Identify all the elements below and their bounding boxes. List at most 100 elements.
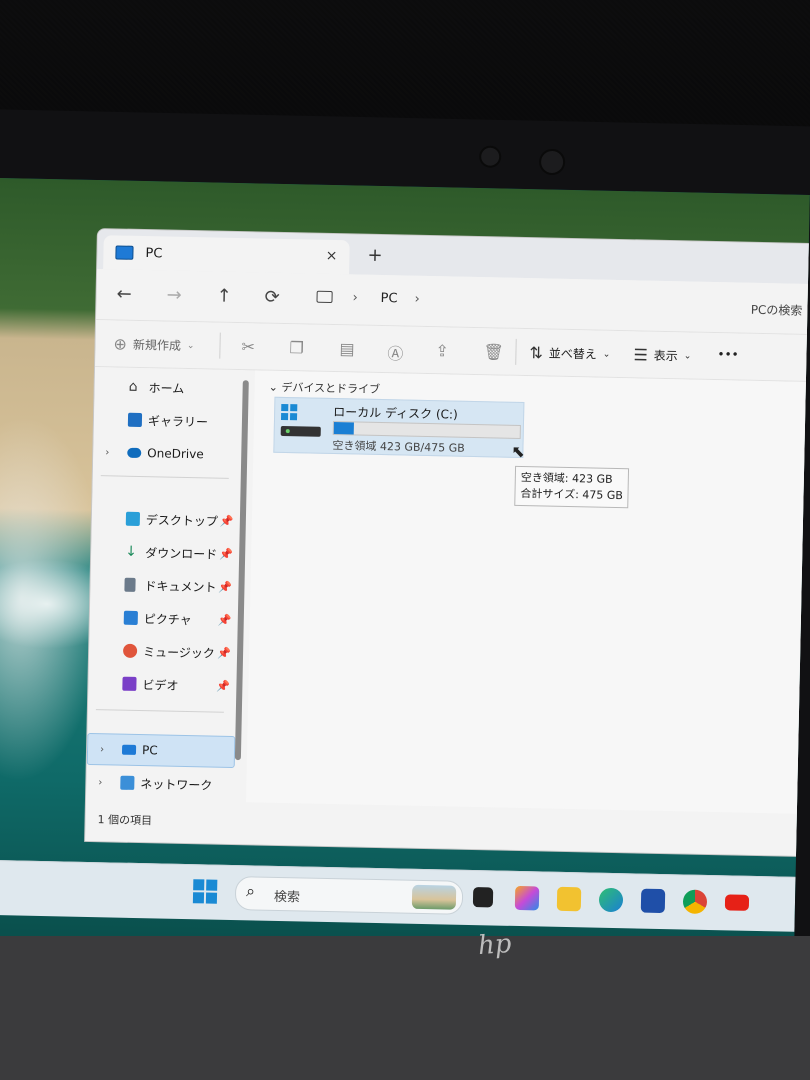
clipboard-icon: ▤ (339, 339, 355, 359)
pin-icon[interactable]: 📌 (217, 646, 231, 659)
paste-button[interactable]: ▤ (339, 339, 355, 358)
tab-title: PC (145, 245, 163, 261)
breadcrumb-pc[interactable]: PC (380, 291, 397, 306)
sidebar-item-label: ミュージック (142, 644, 216, 661)
chrome-icon[interactable] (682, 889, 708, 914)
chevron-down-icon: ⌄ (602, 349, 611, 360)
start-button[interactable] (192, 879, 218, 904)
content-pane: ⌄ デバイスとドライブ ローカル ディスク (C:) 空き領域 423 GB/4… (245, 370, 810, 815)
section-header-devices[interactable]: ⌄ デバイスとドライブ (269, 379, 381, 397)
up-button[interactable]: ↑ (216, 286, 232, 307)
music-icon (122, 643, 138, 658)
sidebar-item-downloads[interactable]: ↓ ダウンロード 📌 (91, 536, 238, 569)
file-explorer-icon[interactable] (556, 886, 582, 912)
copy-button[interactable]: ❐ (289, 338, 304, 357)
laptop-base (0, 936, 810, 1080)
laptop-screen: PC × + ← → ↑ ⟳ › PC › PCの検索 ⊕ 新規作成 ⌄ ✂ ❐… (0, 178, 810, 953)
divider (100, 475, 229, 479)
sidebar-item-label: ピクチャ (143, 611, 192, 627)
taskbar-search[interactable]: ⌕ 検索 (234, 876, 464, 915)
sidebar-item-label: ドキュメント (144, 578, 217, 595)
home-icon: ⌂ (128, 378, 138, 395)
view-label: 表示 (653, 348, 678, 364)
sidebar-item-pictures[interactable]: ピクチャ 📌 (90, 602, 237, 635)
delete-button[interactable]: 🗑 (483, 342, 504, 361)
pin-icon[interactable]: 📌 (218, 613, 232, 626)
sidebar-item-label: PC (141, 743, 158, 758)
sidebar-item-videos[interactable]: ビデオ 📌 (88, 668, 235, 701)
search-input[interactable]: PCの検索 (751, 301, 803, 319)
sidebar-item-documents[interactable]: ドキュメント 📌 (90, 569, 237, 602)
sidebar-scrollbar[interactable] (234, 380, 249, 761)
pc-icon (115, 245, 134, 260)
breadcrumb-chevron-icon: › (352, 290, 358, 306)
youtube-icon[interactable] (724, 894, 750, 911)
sidebar-item-network[interactable]: › ネットワーク (86, 767, 233, 800)
sidebar-item-onedrive[interactable]: › OneDrive (93, 437, 240, 470)
pc-icon (121, 744, 137, 755)
sidebar-item-label: ダウンロード (145, 545, 218, 562)
cut-button[interactable]: ✂ (241, 337, 255, 356)
hp-logo-icon: hp (476, 928, 513, 962)
chevron-right-icon[interactable]: › (100, 744, 104, 755)
share-button[interactable]: ⇪ (435, 341, 449, 360)
chevron-down-icon: ⌄ (683, 350, 692, 362)
monitor-icon[interactable] (316, 290, 333, 303)
rename-button[interactable]: Ⓐ (387, 340, 404, 364)
sidebar-item-desktop[interactable]: デスクトップ 📌 (92, 503, 239, 536)
drive-usage-fill (333, 422, 355, 435)
forward-button[interactable]: → (166, 285, 182, 306)
sort-icon: ⇅ (529, 343, 544, 363)
sidebar-item-pc[interactable]: › PC (86, 732, 236, 769)
sort-button[interactable]: ⇅ 並べ替え ⌄ (529, 343, 610, 364)
breadcrumb-chevron-icon[interactable]: › (414, 292, 420, 307)
drive-name: ローカル ディスク (C:) (333, 405, 458, 422)
sidebar-item-label: ホーム (148, 380, 185, 396)
copilot-icon[interactable] (514, 885, 540, 911)
close-tab-icon[interactable]: × (326, 248, 338, 264)
section-title: デバイスとドライブ (281, 380, 381, 397)
more-button[interactable]: ••• (717, 347, 739, 361)
gallery-icon (127, 412, 143, 428)
pictures-icon (123, 610, 138, 625)
new-label: 新規作成 (132, 337, 182, 353)
chevron-right-icon[interactable]: › (98, 777, 102, 788)
pin-icon[interactable]: 📌 (218, 580, 232, 593)
cloud-icon (127, 447, 142, 459)
drive-space-text: 空き領域 423 GB/475 GB (332, 439, 465, 455)
sidebar-item-gallery[interactable]: ギャラリー (94, 404, 241, 437)
pin-icon[interactable]: 📌 (220, 514, 234, 527)
mouse-cursor-icon: ⬉ (511, 441, 525, 462)
sidebar-item-home[interactable]: ⌂ ホーム (94, 371, 241, 404)
webcam-icon (478, 145, 502, 168)
windows-logo-icon (280, 403, 298, 421)
new-tab-button[interactable]: + (367, 245, 383, 266)
sidebar-item-label: ビデオ (142, 677, 179, 693)
pin-icon[interactable]: 📌 (219, 547, 233, 560)
tab-pc[interactable]: PC × (103, 235, 350, 275)
new-button[interactable]: ⊕ 新規作成 ⌄ (113, 334, 194, 355)
store-icon[interactable] (640, 888, 666, 914)
sidebar-item-label: ギャラリー (147, 413, 209, 429)
sidebar-item-label: ネットワーク (140, 776, 213, 793)
divider (219, 332, 221, 359)
document-icon (124, 577, 136, 592)
scissors-icon: ✂ (241, 337, 256, 357)
search-highlight-image[interactable] (411, 884, 457, 910)
rename-icon: Ⓐ (387, 344, 404, 364)
task-view-icon[interactable] (472, 887, 494, 908)
sidebar-item-label: デスクトップ (145, 512, 219, 529)
chevron-right-icon[interactable]: › (105, 447, 109, 458)
video-icon (122, 676, 137, 691)
divider (515, 338, 517, 365)
trash-icon: 🗑 (483, 342, 504, 362)
edge-icon[interactable] (598, 887, 624, 913)
pin-icon[interactable]: 📌 (216, 679, 230, 692)
refresh-button[interactable]: ⟳ (264, 287, 280, 308)
back-button[interactable]: ← (116, 283, 132, 304)
view-icon: ☰ (633, 345, 648, 365)
sidebar-item-music[interactable]: ミュージック 📌 (89, 635, 236, 668)
taskbar-search-placeholder: 検索 (273, 889, 301, 906)
view-button[interactable]: ☰ 表示 ⌄ (633, 345, 691, 365)
drive-tile-c[interactable]: ローカル ディスク (C:) 空き領域 423 GB/475 GB (273, 396, 525, 459)
